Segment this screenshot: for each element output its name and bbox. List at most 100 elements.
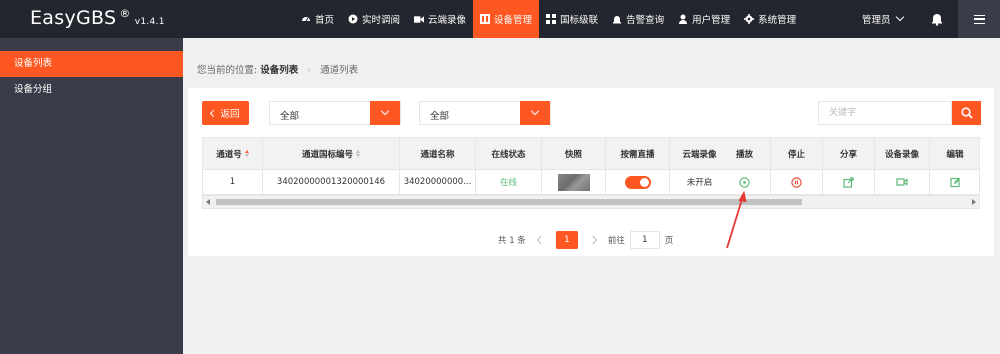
breadcrumb-prefix: 您当前的位置: [197,65,258,76]
nav-label: 云端录像 [428,15,467,26]
nav-users[interactable]: 用户管理 [671,0,737,38]
sidebar-item-device-group[interactable]: 设备分组 [0,77,183,103]
gear-icon [744,14,755,24]
select-value: 全部 [430,111,450,122]
col-gb-id[interactable]: 通道国标编号 [263,138,400,170]
back-label: 返回 [220,109,240,120]
nav-home[interactable]: 首页 [294,0,341,38]
cell-name: 34020000000... [400,170,476,195]
action-row [719,170,979,195]
col-status: 在线状态 [476,138,542,170]
user-icon [678,14,688,24]
chevron-down-icon [380,106,390,116]
table-header: 通道号 通道国标编号 通道名称 在线状态 快照 按需直播 云端录像 [203,138,730,170]
sort-icon[interactable] [244,150,249,157]
prev-page-icon[interactable] [536,235,546,245]
breadcrumb-current[interactable]: 设备列表 [260,65,298,76]
registered-mark: ® [119,7,131,20]
filter-select-1[interactable]: 全部 [269,101,401,125]
filter-select-2[interactable]: 全部 [419,101,551,125]
stop-icon[interactable] [791,176,802,188]
chevron-down-icon [530,106,540,116]
action-header: 播放 停止 分享 设备录像 编辑 [719,138,979,170]
annotation-arrow-icon [726,190,747,249]
nav-alarm[interactable]: 告警查询 [605,0,671,38]
bell-icon[interactable] [930,12,944,26]
device-grid-icon [480,14,491,24]
page-unit-label: 页 [664,236,674,246]
sort-icon[interactable] [356,150,360,157]
channel-table: 通道号 通道国标编号 通道名称 在线状态 快照 按需直播 云端录像 1 3402… [202,137,980,209]
page-number-current[interactable]: 1 [555,231,578,249]
user-menu[interactable]: 管理员 [862,0,904,38]
horizontal-scrollbar[interactable] [203,195,979,208]
cell-stop [771,170,823,195]
sidebar-item-device-list[interactable]: 设备列表 [0,51,183,77]
nav-live[interactable]: 实时调阅 [341,0,407,38]
breadcrumb: 您当前的位置: 设备列表 › 通道列表 [197,62,358,76]
goto-page-input[interactable] [629,231,660,249]
goto-label: 前往 [607,236,625,246]
nav-label: 用户管理 [692,15,731,26]
breadcrumb-separator: › [307,65,312,76]
cascade-icon [546,14,557,24]
share-icon[interactable] [843,176,854,188]
col-device-record: 设备录像 [875,138,930,170]
alarm-icon [612,14,622,24]
back-button[interactable]: 返回 [202,101,249,125]
col-on-demand: 按需直播 [606,138,670,170]
cell-on-demand [606,170,670,195]
col-stop: 停止 [771,138,823,170]
nav-label: 首页 [315,15,335,26]
search-input[interactable] [819,102,951,124]
sidebar: 设备列表 设备分组 [0,38,183,354]
cell-channel-no: 1 [203,170,263,195]
nav-label: 国标级联 [560,15,599,26]
header-label: 通道名称 [420,149,455,160]
snapshot-thumbnail[interactable] [557,173,590,191]
col-play: 播放 [719,138,771,170]
col-channel-no[interactable]: 通道号 [203,138,263,170]
nav-device-manage[interactable]: 设备管理 [473,0,540,38]
chevron-down-icon [895,12,904,22]
hamburger-icon [973,14,985,24]
play-icon[interactable] [739,176,750,188]
nav-system[interactable]: 系统管理 [737,0,803,38]
edit-icon[interactable] [949,177,961,188]
cell-gb-id: 34020000001320000146 [263,170,400,195]
dropdown-button[interactable] [370,101,400,125]
select-value: 全部 [280,111,300,122]
col-edit: 编辑 [930,138,979,170]
search-box [818,101,952,125]
nav-cascade[interactable]: 国标级联 [539,0,605,38]
nav-label: 设备管理 [494,15,533,26]
nav-cloud-record[interactable]: 云端录像 [407,0,473,38]
dashboard-icon [301,14,311,24]
video-icon[interactable] [896,177,908,187]
header-label: 通道号 [216,149,242,160]
scroll-left-icon[interactable] [206,199,210,205]
nav-label: 系统管理 [758,15,797,26]
top-navbar: EasyGBS ®v1.4.1 首页 实时调阅 云端录像 设备管理 国标级联 告警… [0,0,1000,38]
nav-label: 实时调阅 [362,15,401,26]
dropdown-button[interactable] [520,101,550,125]
search-button[interactable] [952,101,981,125]
pagination: 共 1 条 1 前往 页 [498,231,673,249]
next-page-icon[interactable] [588,235,598,245]
scroll-right-icon[interactable] [972,199,976,205]
menu-toggle-button[interactable] [958,0,1000,38]
cell-device-record [875,170,930,195]
cell-edit [930,170,979,195]
breadcrumb-sub: 通道列表 [320,65,359,76]
col-name: 通道名称 [400,138,476,170]
cell-snapshot[interactable] [542,170,606,195]
channel-list-panel: 返回 全部 全部 通道号 通道国标编号 通道名称 在线状态 快照 按需直播 云端… [188,88,994,256]
app-version: v1.4.1 [134,17,165,27]
user-name: 管理员 [862,15,891,26]
header-label: 快照 [564,149,582,160]
app-name: EasyGBS [30,7,117,29]
header-label: 在线状态 [491,149,526,160]
cell-share [823,170,875,195]
on-demand-toggle[interactable] [624,175,651,189]
table-row: 1 34020000001320000146 34020000000... 在线… [203,170,730,195]
